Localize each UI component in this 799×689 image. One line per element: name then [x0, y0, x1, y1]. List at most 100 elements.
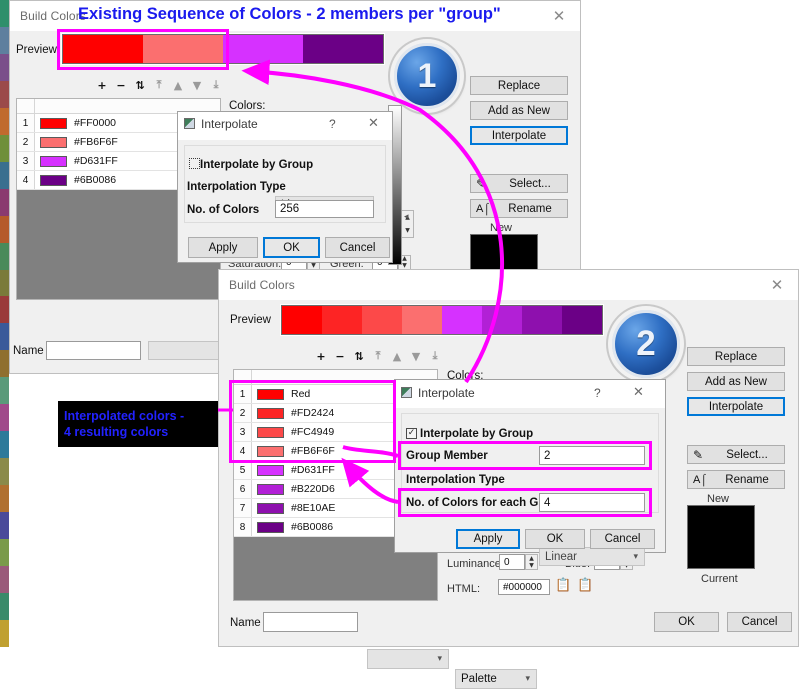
- dialog1-title: Build Colors: [20, 9, 86, 23]
- cancel-button-dialog2[interactable]: Cancel: [727, 612, 792, 632]
- group-member-label: Group Member: [406, 450, 488, 462]
- interpolation-type-combo-2[interactable]: Linear ▾: [539, 547, 645, 566]
- name-combo-2[interactable]: ▾: [367, 649, 449, 669]
- replace-button-2[interactable]: Replace: [687, 347, 785, 366]
- select-button-1[interactable]: ✎ Select...: [470, 174, 568, 193]
- dialog2-preview-label: Preview: [230, 314, 271, 326]
- strip-band: [0, 566, 9, 593]
- name-input-1[interactable]: [46, 341, 141, 360]
- color-swatch[interactable]: [40, 136, 67, 148]
- preview-band: [522, 306, 562, 334]
- interpolate-by-group-checkbox-1[interactable]: [189, 158, 200, 169]
- interpolate2-title: Interpolate: [418, 386, 475, 400]
- add-as-new-button-2[interactable]: Add as New: [687, 372, 785, 391]
- add-as-new-button-1[interactable]: Add as New: [470, 101, 568, 120]
- interpolate-button-2[interactable]: Interpolate: [687, 397, 785, 416]
- rename-button-1[interactable]: A⌠ Rename: [470, 199, 568, 218]
- no-of-colors-each-group-input[interactable]: 4: [539, 493, 645, 512]
- toolbar-button-4[interactable]: ▲: [169, 76, 187, 94]
- preview-band: [322, 306, 362, 334]
- new-color-swatch-2[interactable]: [687, 505, 755, 569]
- color-swatch[interactable]: [257, 483, 284, 495]
- toolbar-button-5[interactable]: ▼: [188, 76, 206, 94]
- row-index: 1: [234, 385, 252, 403]
- ok-button-1[interactable]: OK: [263, 237, 320, 258]
- select-button-1-label: Select...: [509, 177, 551, 190]
- interpolation-type-value-2: Linear: [545, 550, 577, 563]
- toolbar-button-2[interactable]: ⇅: [350, 347, 368, 365]
- name-input-2[interactable]: [263, 612, 358, 632]
- close-icon[interactable]: ✕: [368, 116, 379, 131]
- toolbar-button-2[interactable]: ⇅: [131, 76, 149, 94]
- color-swatch[interactable]: [257, 521, 284, 533]
- help-icon-2[interactable]: ?: [594, 386, 601, 400]
- toolbar-button-6[interactable]: ⤓: [426, 347, 444, 365]
- toolbar-button-1[interactable]: −: [331, 347, 349, 365]
- palette-combo-2[interactable]: Palette ▾: [455, 669, 537, 689]
- close-icon[interactable]: ✕: [538, 1, 580, 31]
- rename-button-2-label: Rename: [725, 473, 769, 486]
- interpolation-type-label-2: Interpolation Type: [406, 474, 505, 486]
- replace-button-1[interactable]: Replace: [470, 76, 568, 95]
- copy-icon[interactable]: 📋: [555, 578, 571, 593]
- luminance-spinner-2[interactable]: ▲ ▼: [525, 554, 538, 570]
- toolbar-button-0[interactable]: +: [312, 347, 330, 365]
- name-combo-1[interactable]: [148, 341, 221, 360]
- preview-band: [143, 35, 223, 63]
- paste-icon[interactable]: 📋: [577, 578, 593, 593]
- toolbar-button-0[interactable]: +: [93, 76, 111, 94]
- color-swatch[interactable]: [257, 445, 284, 457]
- strip-band: [0, 619, 9, 647]
- annotation-line-1: Interpolated colors -: [64, 409, 185, 423]
- new-color-swatch-1[interactable]: [470, 234, 538, 274]
- color-swatch[interactable]: [257, 502, 284, 514]
- eyedropper-icon: ✎: [476, 177, 487, 191]
- strip-band: [0, 377, 9, 405]
- select-button-2[interactable]: ✎ Select...: [687, 445, 785, 464]
- app-icon: [184, 118, 195, 129]
- toolbar-button-1[interactable]: −: [112, 76, 130, 94]
- strip-band: [0, 350, 9, 378]
- dialog2-toolbar[interactable]: + − ⇅ ⤒ ▲ ▼ ⤓: [312, 347, 444, 365]
- interpolate-by-group-label-1: Interpolate by Group: [200, 159, 314, 171]
- preview-band: [482, 306, 522, 334]
- row-index: 1: [17, 114, 35, 132]
- help-icon-1[interactable]: ?: [329, 117, 336, 131]
- apply-button-2[interactable]: Apply: [456, 529, 520, 549]
- color-swatch[interactable]: [257, 426, 284, 438]
- eyedropper-icon: ✎: [693, 448, 704, 462]
- cancel-button-2[interactable]: Cancel: [590, 529, 655, 549]
- group-member-input[interactable]: 2: [539, 446, 645, 465]
- toolbar-button-4[interactable]: ▲: [388, 347, 406, 365]
- interpolate-button-1[interactable]: Interpolate: [470, 126, 568, 145]
- ok-button-dialog2[interactable]: OK: [654, 612, 719, 632]
- dialog1-preview-label: Preview: [16, 44, 57, 56]
- apply-button-1[interactable]: Apply: [188, 237, 258, 258]
- html-input-2[interactable]: #000000: [498, 579, 550, 595]
- interpolate-by-group-checkbox-2[interactable]: ✓: [406, 428, 417, 439]
- strip-band: [0, 134, 9, 162]
- rename-button-2[interactable]: A⌠ Rename: [687, 470, 785, 489]
- color-swatch[interactable]: [40, 117, 67, 129]
- strip-band: [0, 485, 9, 513]
- color-name: #D631FF: [74, 155, 118, 167]
- toolbar-button-6[interactable]: ⤓: [207, 76, 225, 94]
- toolbar-button-3[interactable]: ⤒: [369, 347, 387, 365]
- color-swatch[interactable]: [257, 464, 284, 476]
- color-swatch[interactable]: [40, 174, 67, 186]
- strip-band: [0, 539, 9, 567]
- luminance-input-2[interactable]: 0: [499, 554, 525, 570]
- dialog1-toolbar[interactable]: + − ⇅ ⤒ ▲ ▼ ⤓: [93, 76, 225, 94]
- no-of-colors-input-1[interactable]: 256: [275, 200, 374, 218]
- close-icon[interactable]: ✕: [756, 270, 798, 300]
- toolbar-button-3[interactable]: ⤒: [150, 76, 168, 94]
- toolbar-button-5[interactable]: ▼: [407, 347, 425, 365]
- color-swatch[interactable]: [40, 155, 67, 167]
- new-label-1: New: [490, 222, 513, 234]
- cancel-button-1[interactable]: Cancel: [325, 237, 390, 258]
- color-swatch[interactable]: [257, 388, 284, 400]
- color-name: #FB6F6F: [291, 445, 335, 457]
- close-icon[interactable]: ✕: [633, 385, 644, 400]
- ok-button-2[interactable]: OK: [525, 529, 585, 549]
- color-swatch[interactable]: [257, 407, 284, 419]
